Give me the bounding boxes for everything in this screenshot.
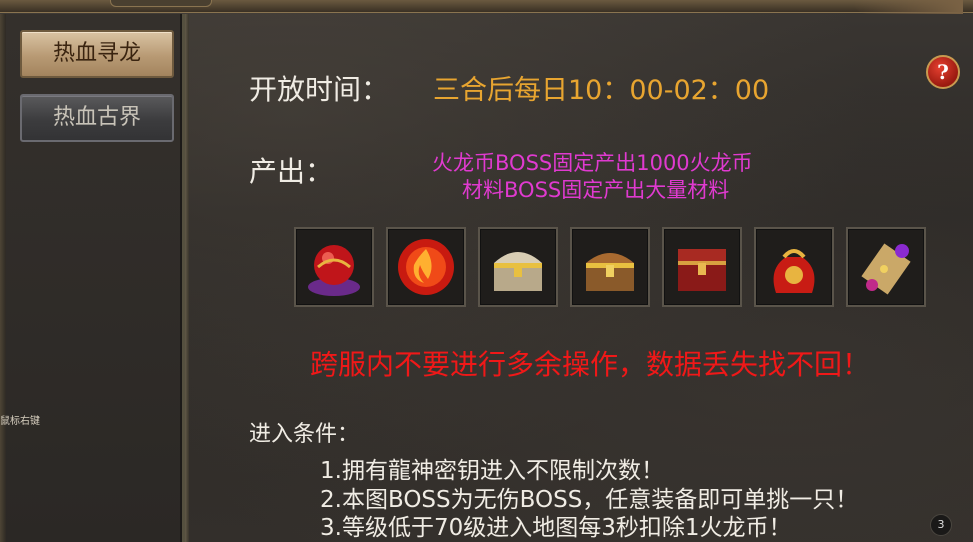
output-line-1: 火龙币BOSS固定产出1000火龙币 [432,151,753,175]
conditions-title: 进入条件： [249,422,360,447]
condition-item-3: 3.等级低于70级进入地图每3秒扣除1火龙币！ [320,515,792,541]
red-orb-on-cushion-icon [308,245,360,296]
tab-rexue-gujie[interactable]: 热血古界 [20,94,174,142]
tab-rexue-xunlong[interactable]: 热血寻龙 [20,30,174,78]
red-treasure-bag-icon [773,249,815,293]
top-ornament [853,0,963,14]
window-top-bar [0,0,973,14]
red-treasure-chest-icon [678,249,726,291]
output-line-2: 材料BOSS固定产出大量材料 [462,178,730,202]
flame-orb-icon [398,239,454,295]
reward-slot-5[interactable] [662,227,742,307]
page-badge: 3 [930,514,952,536]
warning-text: 跨服内不要进行多余操作，数据丢失找不回！ [310,348,871,381]
reward-slot-3[interactable] [478,227,558,307]
window-title-plate [110,0,212,7]
gold-treasure-chest-icon [586,253,634,291]
help-button[interactable]: ? [926,55,960,89]
sidebar-divider [185,14,189,542]
magic-scroll-icon [861,243,911,295]
reward-slot-1[interactable] [294,227,374,307]
mouse-right-click-hint: 鼠标右键 [0,416,40,427]
reward-slot-6[interactable] [754,227,834,307]
output-label: 产出： [249,155,334,188]
reward-slot-4[interactable] [570,227,650,307]
silver-treasure-chest-icon [494,252,542,291]
open-time-value: 三合后每日10：00-02：00 [433,75,770,106]
reward-slot-2[interactable] [386,227,466,307]
open-time-label: 开放时间： [249,73,390,106]
reward-slot-7[interactable] [846,227,926,307]
